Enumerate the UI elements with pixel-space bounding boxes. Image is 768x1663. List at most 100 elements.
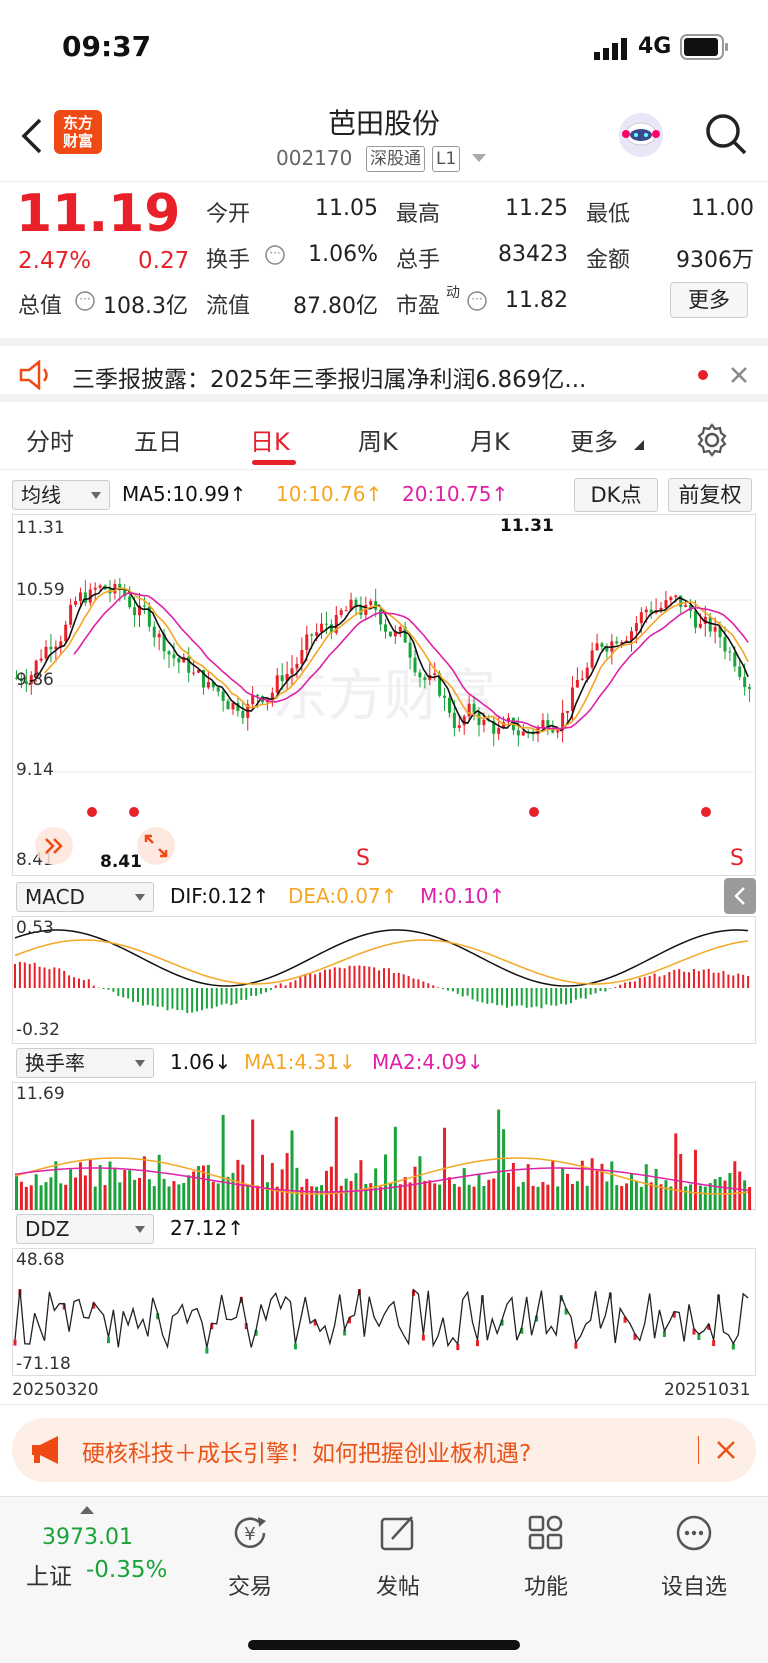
kline-chart[interactable]: 东方财富	[12, 514, 756, 876]
candle-body	[634, 623, 638, 632]
dropdown-arrow-icon	[135, 894, 145, 901]
expand-left-icon[interactable]	[34, 826, 74, 866]
ddz-select[interactable]: DDZ	[16, 1214, 154, 1244]
settings-gear-icon[interactable]	[694, 422, 730, 458]
turnover-bar	[54, 1161, 58, 1210]
nav-trade[interactable]: 交易	[200, 1569, 300, 1601]
close-icon[interactable]	[730, 366, 748, 384]
signal-dot	[87, 807, 97, 817]
turnover-bar	[133, 1179, 137, 1210]
candle-body	[713, 626, 717, 632]
turnover-bar	[359, 1160, 363, 1210]
collapse-panel-icon[interactable]	[724, 878, 756, 914]
turnover-bar	[398, 1184, 402, 1210]
info-icon[interactable]: ···	[264, 244, 286, 266]
turnover-indicator-value: 1.06↓	[170, 1050, 232, 1074]
candle-body	[457, 725, 461, 728]
turnover-bar	[649, 1182, 653, 1210]
turnover-bar	[251, 1119, 255, 1210]
period-tabs: 分时 五日 日K 周K 月K 更多	[0, 404, 768, 470]
announcement-bar[interactable]: 三季报披露：2025年三季报归属净利润6.869亿...	[0, 338, 768, 402]
forward-adjust-button[interactable]: 前复权	[668, 478, 752, 512]
change-percent: 2.47%	[18, 248, 92, 274]
corner-arrow-icon	[634, 440, 644, 450]
dropdown-arrow-icon	[135, 1060, 145, 1067]
turnover-bar	[24, 1186, 28, 1210]
fullscreen-icon[interactable]	[136, 826, 176, 866]
turnover-bar	[315, 1186, 319, 1210]
watchlist-icon[interactable]	[644, 1511, 744, 1559]
candle-body	[462, 716, 466, 726]
turnover-bar	[433, 1183, 437, 1210]
chevron-down-icon[interactable]	[472, 154, 486, 164]
turnover-bar	[167, 1186, 171, 1210]
candle-body	[388, 631, 392, 637]
nav-post[interactable]: 发帖	[348, 1569, 448, 1601]
open-label: 今开	[206, 202, 251, 227]
stock-header: 东方 财富 芭田股份 002170 深股通 L1	[0, 96, 768, 182]
candle-body	[452, 712, 456, 728]
ddz-select-label: DDZ	[25, 1217, 70, 1241]
index-value[interactable]: 3973.01	[42, 1525, 133, 1550]
candle-body	[639, 612, 643, 624]
candle-body	[570, 687, 574, 712]
candle-body	[443, 695, 447, 698]
turnover-bar	[147, 1179, 151, 1210]
pe-value: 11.82	[505, 288, 568, 313]
candle-body	[320, 623, 324, 633]
tab-monthly-k[interactable]: 月K	[470, 422, 510, 457]
turnover-bar	[546, 1184, 550, 1210]
nav-features[interactable]: 功能	[496, 1569, 596, 1601]
ddz-chart[interactable]	[12, 1248, 756, 1376]
turnover-chart[interactable]	[12, 1082, 756, 1210]
info-icon[interactable]: ···	[466, 290, 488, 312]
tab-more[interactable]: 更多	[570, 422, 618, 457]
tab-five-day[interactable]: 五日	[134, 422, 182, 457]
macd-chart[interactable]	[12, 916, 756, 1044]
sell-signal: S	[730, 846, 744, 871]
candle-body	[192, 672, 196, 674]
turnover-bar	[152, 1186, 156, 1210]
ma5-value: MA5:10.99↑	[122, 482, 247, 506]
turnover-bar	[521, 1181, 525, 1210]
post-icon[interactable]	[348, 1511, 448, 1559]
turnover-bar	[477, 1174, 481, 1210]
turnover-bar	[128, 1170, 132, 1210]
turnover-bar	[457, 1186, 461, 1210]
dropdown-arrow-icon	[135, 1226, 145, 1233]
features-icon[interactable]	[496, 1511, 596, 1559]
tab-intraday[interactable]: 分时	[26, 422, 74, 457]
close-icon[interactable]	[716, 1440, 736, 1460]
dif-value: DIF:0.12↑	[170, 884, 270, 908]
turnover-bar	[34, 1174, 38, 1210]
tab-daily-k[interactable]: 日K	[250, 422, 290, 457]
index-name[interactable]: 上证	[26, 1557, 72, 1591]
tab-weekly-k[interactable]: 周K	[358, 422, 398, 457]
trade-icon[interactable]: ¥	[200, 1511, 300, 1559]
nav-add-watchlist[interactable]: 设自选	[644, 1569, 744, 1601]
unread-dot	[698, 370, 708, 380]
robot-assistant-icon[interactable]	[616, 110, 666, 160]
turnover-bar	[211, 1181, 215, 1210]
macd-select[interactable]: MACD	[16, 882, 154, 912]
change-amount: 0.27	[138, 248, 190, 274]
y-tick: 11.69	[16, 1084, 65, 1104]
ma10-value: 10:10.76↑	[276, 482, 383, 506]
index-change[interactable]: -0.35%	[86, 1557, 167, 1583]
dk-point-button[interactable]: DK点	[574, 478, 658, 512]
mktcap-label: 总值	[18, 294, 63, 319]
turnover-select[interactable]: 换手率	[16, 1048, 154, 1078]
high-marker: 11.31	[500, 516, 554, 536]
ma-select[interactable]: 均线	[12, 480, 110, 510]
caret-up-icon[interactable]	[80, 1505, 94, 1515]
turnover-bar	[39, 1185, 43, 1210]
turnover-bar	[698, 1185, 702, 1210]
search-icon[interactable]	[704, 112, 748, 156]
candle-body	[275, 675, 279, 693]
turnover-bar	[531, 1185, 535, 1210]
promo-banner[interactable]: 硬核科技＋成长引擎！如何把握创业板机遇?	[12, 1418, 756, 1482]
candle-body	[585, 667, 589, 679]
info-icon[interactable]: ···	[74, 290, 96, 312]
more-button[interactable]: 更多	[670, 282, 748, 318]
turnover-bar	[226, 1176, 230, 1210]
